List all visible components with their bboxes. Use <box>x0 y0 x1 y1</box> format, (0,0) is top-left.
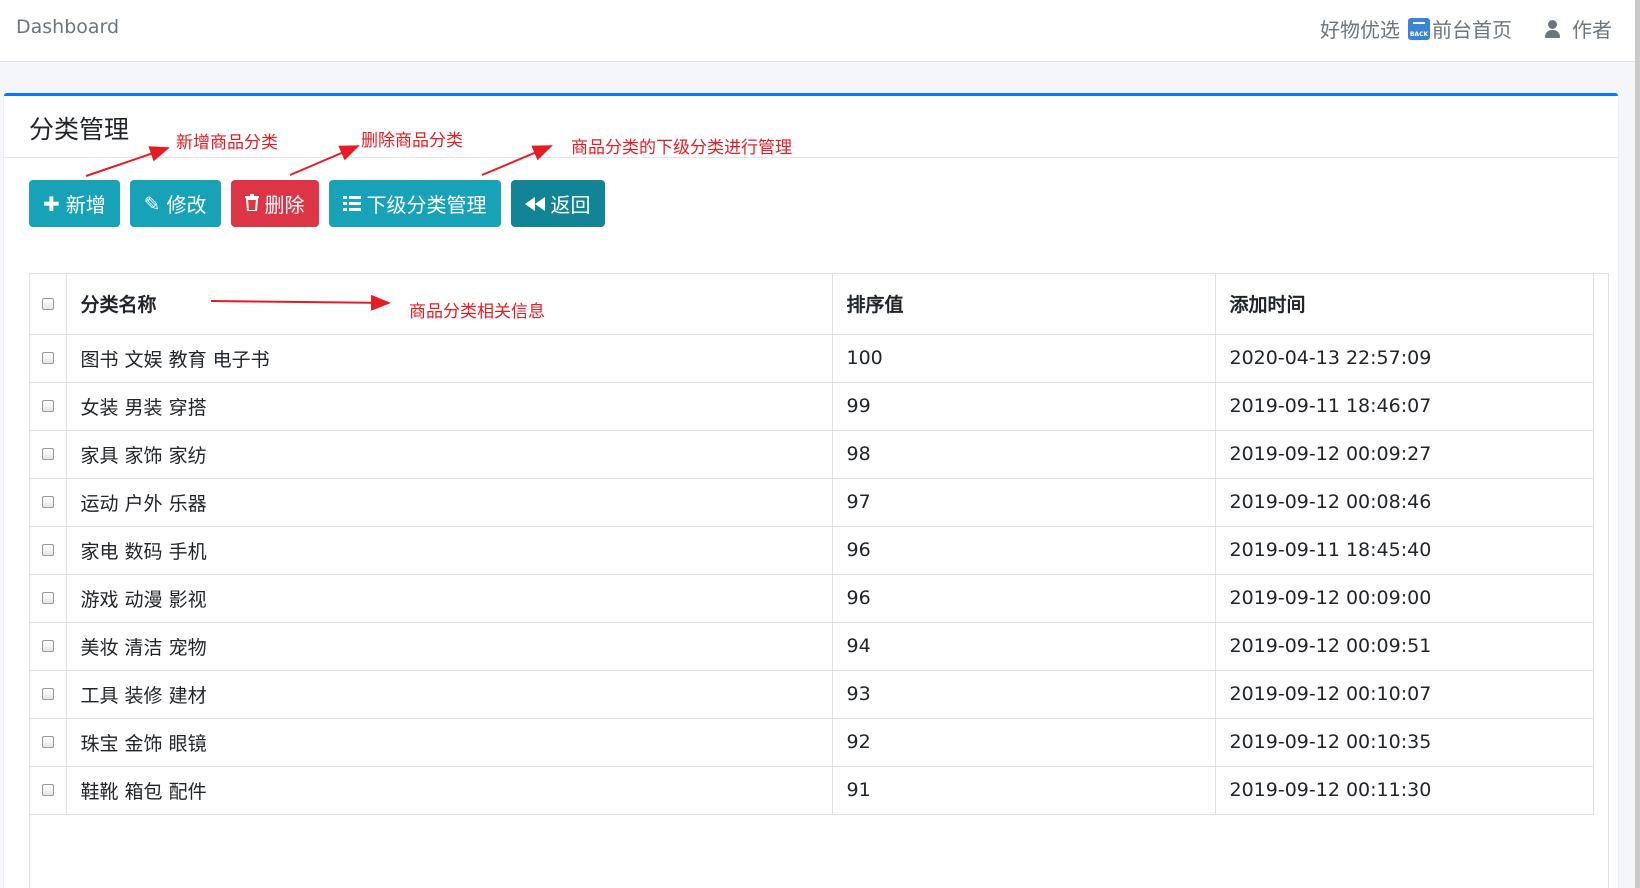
sort-value: 92 <box>831 717 1216 767</box>
table-row[interactable]: 珠宝 金饰 眼镜 92 2019-09-12 00:10:35 <box>30 717 1594 767</box>
top-navbar: Dashboard 好物优选 BACK 前台首页 作者 <box>0 0 1640 62</box>
row-checkbox-cell <box>30 573 67 623</box>
add-button[interactable]: ✚ 新增 <box>29 180 120 227</box>
header-name[interactable]: 分类名称 <box>65 274 833 335</box>
added-time: 2019-09-12 00:09:27 <box>1214 429 1594 479</box>
list-icon <box>342 192 361 216</box>
added-time: 2019-09-12 00:10:35 <box>1214 717 1594 767</box>
nav-link-frontpage-label: 前台首页 <box>1432 18 1512 42</box>
nav-link-author[interactable]: 作者 <box>1572 14 1612 43</box>
row-checkbox-cell <box>30 765 67 815</box>
category-name: 运动 户外 乐器 <box>65 477 833 527</box>
row-checkbox-cell <box>30 669 67 719</box>
category-name: 珠宝 金饰 眼镜 <box>65 717 833 767</box>
back-icon: BACK <box>1408 17 1430 40</box>
row-checkbox-cell <box>30 717 67 767</box>
row-checkbox-cell <box>30 333 67 383</box>
sub-category-button-label: 下级分类管理 <box>366 193 487 217</box>
annotation-delete: 删除商品分类 <box>361 131 463 151</box>
row-checkbox-cell <box>30 477 67 527</box>
category-table-wrapper: 分类名称 排序值 添加时间 图书 文娱 教育 电子书 100 2020-04-1… <box>29 273 1609 888</box>
sort-value: 97 <box>831 477 1216 527</box>
category-name: 鞋靴 箱包 配件 <box>65 765 833 815</box>
row-checkbox[interactable] <box>41 784 54 796</box>
back-button[interactable]: 返回 <box>510 180 605 227</box>
sort-value: 100 <box>831 333 1216 383</box>
sort-value: 98 <box>831 429 1216 479</box>
edit-button[interactable]: ✎ 修改 <box>129 180 221 227</box>
back-button-label: 返回 <box>550 193 591 217</box>
added-time: 2019-09-12 00:09:00 <box>1214 573 1594 623</box>
category-name: 图书 文娱 教育 电子书 <box>65 333 833 383</box>
added-time: 2019-09-11 18:45:40 <box>1214 525 1594 575</box>
annotation-sub: 商品分类的下级分类进行管理 <box>571 138 792 158</box>
page-title: 分类管理 <box>29 115 130 144</box>
user-icon <box>1542 18 1564 40</box>
row-checkbox[interactable] <box>41 640 54 652</box>
table-row[interactable]: 工具 装修 建材 93 2019-09-12 00:10:07 <box>30 669 1594 719</box>
table-row[interactable]: 女装 男装 穿搭 99 2019-09-11 18:46:07 <box>30 381 1594 431</box>
table-row[interactable]: 游戏 动漫 影视 96 2019-09-12 00:09:00 <box>30 573 1594 623</box>
nav-link-haowu[interactable]: 好物优选 <box>1320 14 1400 43</box>
header-sort[interactable]: 排序值 <box>831 274 1216 335</box>
row-checkbox[interactable] <box>41 448 54 460</box>
row-checkbox-cell <box>30 621 67 671</box>
row-checkbox-cell <box>30 381 67 431</box>
plus-icon: ✚ <box>43 191 60 216</box>
row-checkbox[interactable] <box>41 544 54 556</box>
table-row[interactable]: 运动 户外 乐器 97 2019-09-12 00:08:46 <box>30 477 1594 527</box>
category-name: 女装 男装 穿搭 <box>65 381 833 431</box>
toolbar: ✚ 新增 ✎ 修改 删除 下级分类管理 返回 <box>29 180 615 227</box>
category-name: 家电 数码 手机 <box>65 525 833 575</box>
table-row[interactable]: 家具 家饰 家纺 98 2019-09-12 00:09:27 <box>30 429 1594 479</box>
select-all-cell <box>30 274 67 335</box>
nav-link-frontpage[interactable]: BACK 前台首页 <box>1408 14 1512 43</box>
sort-value: 96 <box>831 525 1216 575</box>
sort-value: 91 <box>831 765 1216 815</box>
sort-value: 96 <box>831 573 1216 623</box>
category-card: 分类管理 新增商品分类 删除商品分类 商品分类的下级分类进行管理 商品分类相关信… <box>4 93 1618 888</box>
sort-value: 99 <box>831 381 1216 431</box>
category-name: 家具 家饰 家纺 <box>65 429 833 479</box>
row-checkbox[interactable] <box>41 352 54 364</box>
table-row[interactable]: 美妆 清洁 宠物 94 2019-09-12 00:09:51 <box>30 621 1594 671</box>
table-header-row: 分类名称 排序值 添加时间 <box>30 274 1594 335</box>
page-scrollbar[interactable] <box>1635 0 1640 888</box>
category-name: 工具 装修 建材 <box>65 669 833 719</box>
table-row[interactable]: 家电 数码 手机 96 2019-09-11 18:45:40 <box>30 525 1594 575</box>
sort-value: 94 <box>831 621 1216 671</box>
table-row[interactable]: 鞋靴 箱包 配件 91 2019-09-12 00:11:30 <box>30 765 1594 815</box>
category-name: 游戏 动漫 影视 <box>65 573 833 623</box>
row-checkbox[interactable] <box>41 688 54 700</box>
delete-button[interactable]: 删除 <box>230 180 319 227</box>
select-all-checkbox[interactable] <box>41 297 54 310</box>
edit-icon: ✎ <box>143 191 161 216</box>
header-time[interactable]: 添加时间 <box>1214 274 1594 335</box>
sub-category-button[interactable]: 下级分类管理 <box>328 180 501 227</box>
category-table: 分类名称 排序值 添加时间 图书 文娱 教育 电子书 100 2020-04-1… <box>30 274 1594 815</box>
added-time: 2019-09-12 00:10:07 <box>1214 669 1594 719</box>
brand-link[interactable]: Dashboard <box>16 16 119 38</box>
added-time: 2019-09-12 00:11:30 <box>1214 765 1594 815</box>
delete-button-label: 删除 <box>264 193 305 217</box>
row-checkbox[interactable] <box>41 736 54 748</box>
added-time: 2020-04-13 22:57:09 <box>1214 333 1594 383</box>
backward-icon <box>524 192 545 216</box>
added-time: 2019-09-11 18:46:07 <box>1214 381 1594 431</box>
sort-value: 93 <box>831 669 1216 719</box>
trash-icon <box>244 192 259 216</box>
row-checkbox[interactable] <box>41 496 54 508</box>
row-checkbox-cell <box>30 429 67 479</box>
category-name: 美妆 清洁 宠物 <box>65 621 833 671</box>
edit-button-label: 修改 <box>166 193 207 217</box>
table-row[interactable]: 图书 文娱 教育 电子书 100 2020-04-13 22:57:09 <box>30 333 1594 383</box>
added-time: 2019-09-12 00:08:46 <box>1214 477 1594 527</box>
row-checkbox-cell <box>30 525 67 575</box>
annotation-add: 新增商品分类 <box>176 133 278 153</box>
add-button-label: 新增 <box>65 193 106 217</box>
navbar-right: 好物优选 BACK 前台首页 作者 <box>1312 14 1612 43</box>
row-checkbox[interactable] <box>41 400 54 412</box>
row-checkbox[interactable] <box>41 592 54 604</box>
added-time: 2019-09-12 00:09:51 <box>1214 621 1594 671</box>
